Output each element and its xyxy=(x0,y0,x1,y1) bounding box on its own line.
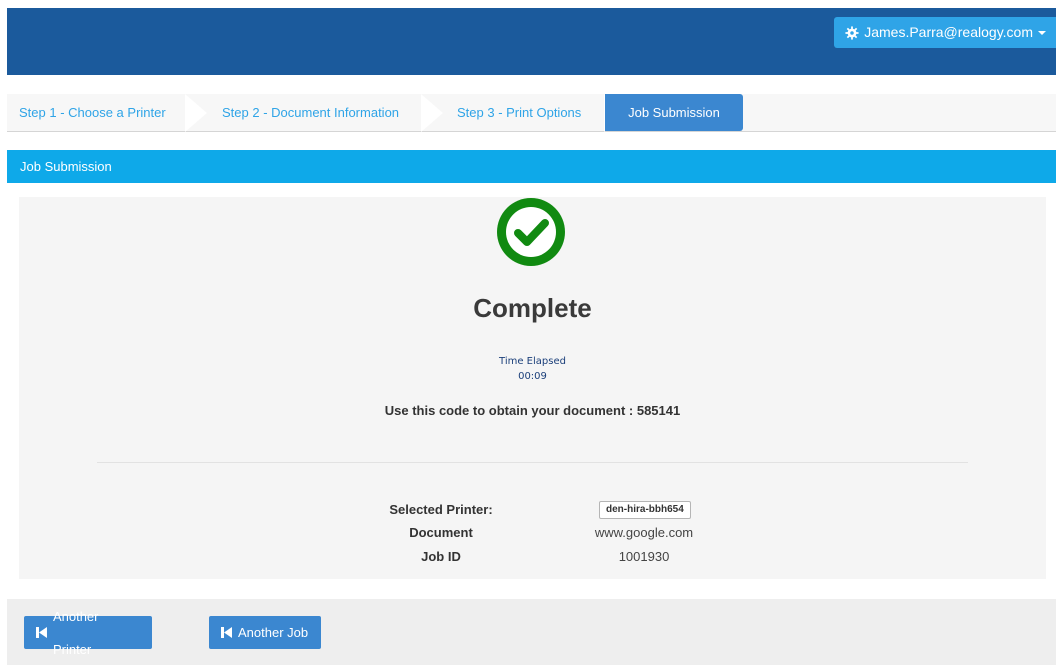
step-backward-icon xyxy=(36,627,47,638)
step-label: Job Submission xyxy=(628,105,720,120)
another-printer-label: Another Printer xyxy=(52,608,99,657)
section-title: Job Submission xyxy=(20,159,112,174)
document-label: Document xyxy=(409,525,473,540)
selected-printer-value: den-hira-bbh654 xyxy=(599,501,691,519)
caret-down-icon xyxy=(1038,30,1046,35)
gear-icon xyxy=(845,25,859,40)
release-code-text: Use this code to obtain your document : … xyxy=(384,403,681,418)
app-header: James.Parra@realogy.com xyxy=(7,8,1056,75)
selected-printer-label: Selected Printer: xyxy=(389,502,493,517)
another-job-label: Another Job xyxy=(238,625,309,640)
status-title: Complete xyxy=(473,293,592,323)
step-label: Step 1 - Choose a Printer xyxy=(19,105,166,120)
another-job-button[interactable]: Another Job xyxy=(209,616,321,649)
another-printer-button[interactable]: Another Printer xyxy=(24,609,152,657)
step-separator xyxy=(421,94,443,132)
step-document-information[interactable]: Step 2 - Document Information xyxy=(210,94,420,131)
step-choose-printer[interactable]: Step 1 - Choose a Printer xyxy=(7,94,187,131)
step-label: Step 2 - Document Information xyxy=(222,105,400,120)
top-strip xyxy=(0,0,1056,8)
step-print-options[interactable]: Step 3 - Print Options xyxy=(445,94,605,131)
document-value: www.google.com xyxy=(594,525,694,540)
user-menu-button[interactable]: James.Parra@realogy.com xyxy=(834,17,1056,48)
job-id-label: Job ID xyxy=(421,549,461,564)
step-backward-icon xyxy=(221,627,232,638)
step-label: Step 3 - Print Options xyxy=(457,105,582,120)
time-elapsed-label: Time Elapsed xyxy=(499,356,566,367)
result-panel: Complete Time Elapsed 00:09 Use this cod… xyxy=(19,197,1046,579)
action-footer: Another Printer Another Job xyxy=(7,599,1056,665)
time-elapsed-value: 00:09 xyxy=(518,371,547,382)
wizard-steps: Step 1 - Choose a Printer Step 2 - Docum… xyxy=(7,94,1056,132)
check-circle-icon xyxy=(497,198,565,266)
user-menu-label: James.Parra@realogy.com xyxy=(864,24,1033,40)
divider xyxy=(97,462,968,463)
section-header: Job Submission xyxy=(7,150,1056,183)
job-id-value: 1001930 xyxy=(618,549,670,564)
step-job-submission[interactable]: Job Submission xyxy=(605,94,743,131)
step-separator xyxy=(185,94,207,132)
